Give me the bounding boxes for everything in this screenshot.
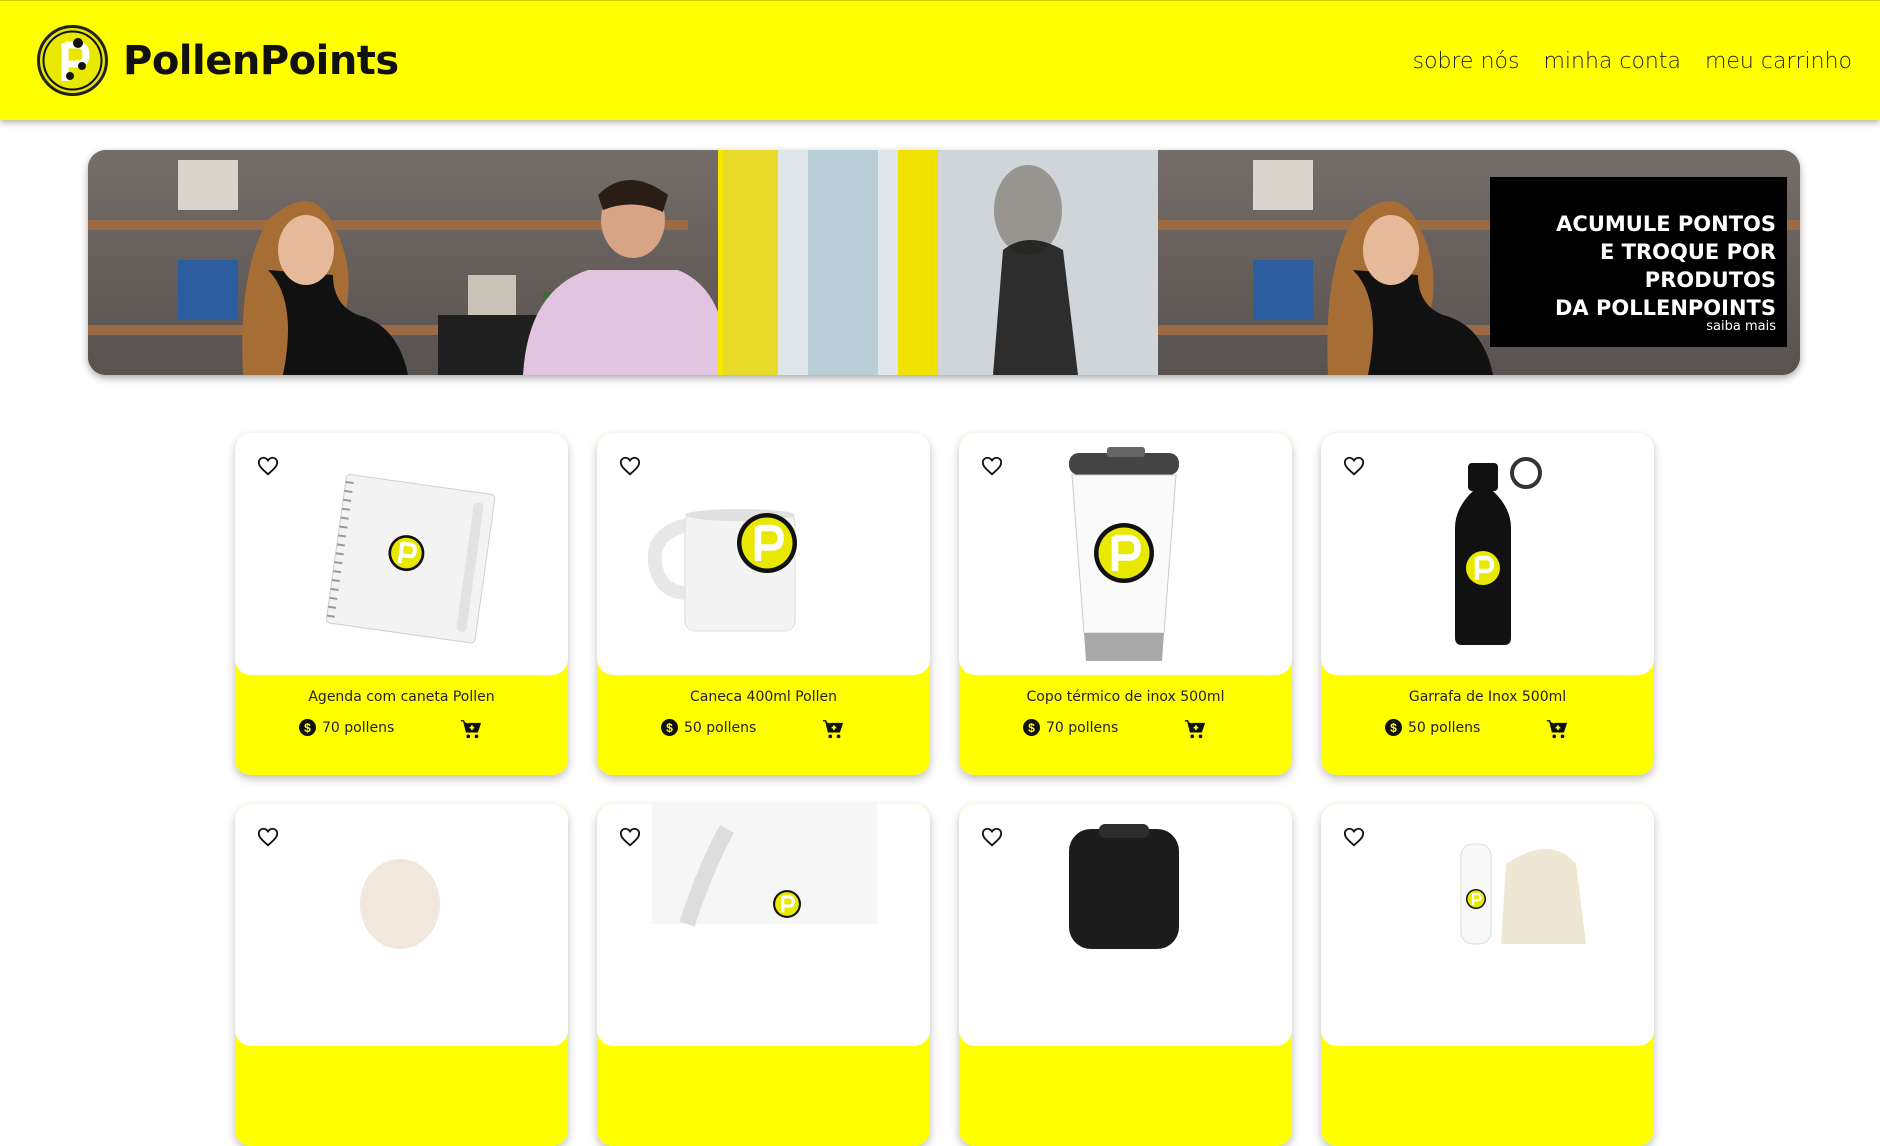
heart-icon (1343, 456, 1365, 476)
product-price: $ 70 pollens (299, 719, 394, 736)
heart-icon (981, 456, 1003, 476)
product-image[interactable] (235, 804, 568, 1046)
product-image[interactable] (959, 804, 1292, 1046)
banner-headline: ACUMULE PONTOS E TROQUE POR PRODUTOS DA … (1554, 212, 1776, 320)
main-nav: sobre nós minha conta meu carrinho (1413, 49, 1852, 74)
tumbler-image (1069, 447, 1179, 661)
cart-add-icon (822, 720, 844, 739)
product-name: Copo térmico de inox 500ml (1026, 689, 1225, 705)
bottle-image (1455, 457, 1542, 645)
favorite-button[interactable] (619, 826, 641, 848)
heart-icon (257, 456, 279, 476)
product-image[interactable] (235, 433, 568, 675)
favorite-button[interactable] (257, 826, 279, 848)
cart-add-icon (1184, 720, 1206, 739)
favorite-button[interactable] (981, 455, 1003, 477)
product-price-text: 70 pollens (1046, 719, 1119, 736)
heart-icon (1343, 827, 1365, 847)
product-card[interactable]: $ (959, 804, 1292, 1146)
notebook-image (325, 474, 496, 644)
product-name: Garrafa de Inox 500ml (1408, 689, 1567, 705)
product-price-text: 50 pollens (684, 719, 757, 736)
coin-icon: $ (1023, 719, 1040, 736)
mug-image (647, 509, 797, 632)
nav-my-cart[interactable]: meu carrinho (1705, 49, 1852, 74)
pollenpoints-logo[interactable] (37, 25, 108, 96)
heart-icon (981, 827, 1003, 847)
add-to-cart-button[interactable] (1546, 718, 1568, 740)
product-card[interactable]: $ (1321, 804, 1654, 1146)
nav-my-account[interactable]: minha conta (1543, 49, 1681, 74)
product-image[interactable] (1321, 804, 1654, 1046)
lanyard-image (652, 804, 877, 927)
product-card[interactable]: Copo térmico de inox 500ml $ 70 pollens (959, 433, 1292, 775)
add-to-cart-button[interactable] (822, 718, 844, 740)
favorite-button[interactable] (981, 826, 1003, 848)
favorite-button[interactable] (1343, 455, 1365, 477)
favorite-button[interactable] (1343, 826, 1365, 848)
product-price: $ 50 pollens (1385, 719, 1480, 736)
backpack-image (1069, 824, 1179, 949)
product-card[interactable]: Agenda com caneta Pollen $ 70 pollens (235, 433, 568, 775)
product-card[interactable]: $ (235, 804, 568, 1146)
product-image[interactable] (959, 433, 1292, 675)
favorite-button[interactable] (619, 455, 641, 477)
product-image[interactable] (597, 433, 930, 675)
add-to-cart-button[interactable] (460, 718, 482, 740)
add-to-cart-button[interactable] (1184, 718, 1206, 740)
nav-about[interactable]: sobre nós (1413, 49, 1520, 74)
product-card[interactable]: Garrafa de Inox 500ml $ 50 pollens (1321, 433, 1654, 775)
product-price: $ 70 pollens (1023, 719, 1118, 736)
cart-add-icon (1546, 720, 1568, 739)
cap-image (360, 859, 440, 949)
product-name: Agenda com caneta Pollen (308, 689, 495, 705)
product-price-text: 70 pollens (322, 719, 395, 736)
heart-icon (257, 827, 279, 847)
product-price-text: 50 pollens (1408, 719, 1481, 736)
site-header: PollenPoints sobre nós minha conta meu c… (0, 0, 1880, 120)
product-image[interactable] (597, 804, 930, 1046)
logo-mark-icon (42, 30, 103, 91)
product-image[interactable] (1321, 433, 1654, 675)
heart-icon (619, 827, 641, 847)
brand-name[interactable]: PollenPoints (123, 38, 399, 84)
coin-icon: $ (661, 719, 678, 736)
favorite-button[interactable] (257, 455, 279, 477)
product-card[interactable]: Caneca 400ml Pollen $ 50 pollens (597, 433, 930, 775)
banner-caption-box: ACUMULE PONTOS E TROQUE POR PRODUTOS DA … (1490, 177, 1787, 347)
banner-read-more-link[interactable]: saiba mais (1706, 319, 1776, 334)
kit-image (1460, 843, 1586, 945)
coin-icon: $ (1385, 719, 1402, 736)
coin-icon: $ (299, 719, 316, 736)
product-name: Caneca 400ml Pollen (689, 689, 838, 705)
product-card[interactable]: $ (597, 804, 930, 1146)
product-price: $ 50 pollens (661, 719, 756, 736)
heart-icon (619, 456, 641, 476)
cart-add-icon (460, 720, 482, 739)
promo-banner[interactable]: ACUMULE PONTOS E TROQUE POR PRODUTOS DA … (88, 150, 1800, 375)
